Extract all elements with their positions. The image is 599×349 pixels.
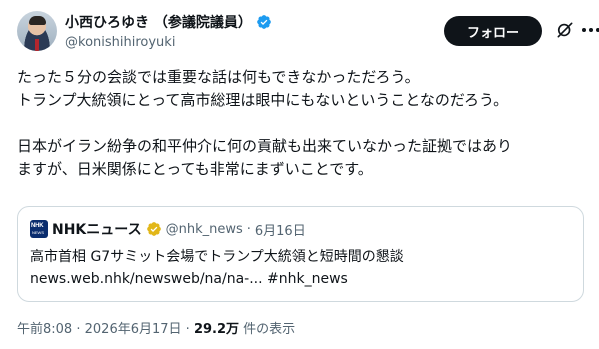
- author-display-name[interactable]: 小西ひろゆき （参議院議員）: [65, 12, 252, 32]
- post-text-line: たった５分の会談では重要な話は何もできなかっただろう。: [17, 68, 420, 86]
- quoted-post-card[interactable]: NHK NEWS NHKニュース @nhk_news · 6月16日 高市首相 …: [17, 206, 584, 302]
- more-options-button[interactable]: [582, 28, 599, 34]
- post-text-line: トランプ大統領にとって高市総理は眼中にもないということなのだろう。: [17, 91, 509, 109]
- post-time[interactable]: 午前8:08: [17, 322, 72, 337]
- nhk-logo-subtext: NEWS: [32, 230, 44, 235]
- meta-separator: ·: [76, 322, 81, 337]
- author-name-row: 小西ひろゆき （参議院議員）: [65, 12, 272, 32]
- more-horizontal-icon: [589, 28, 593, 32]
- nhk-logo: NHK NEWS: [30, 220, 48, 238]
- view-count: 29.2万: [193, 322, 240, 337]
- view-count-label: 件の表示: [243, 322, 296, 337]
- follow-button[interactable]: フォロー: [444, 16, 542, 46]
- post-metadata: 午前8:08 · 2026年6月17日 · 29.2万 件の表示: [17, 318, 295, 337]
- post-date[interactable]: 2026年6月17日: [85, 322, 182, 337]
- quoted-source-name: NHKニュース: [52, 222, 142, 238]
- quoted-separator: ·: [246, 221, 251, 237]
- quoted-title: 高市首相 G7サミット会場でトランプ大統領と短時間の懇談: [30, 249, 404, 265]
- gold-check-icon: [146, 222, 161, 236]
- post-text-line: ますが、日米関係にとっても非常にまずいことです。: [17, 160, 373, 178]
- quoted-date: 6月16日: [254, 223, 306, 239]
- more-horizontal-icon: [582, 28, 586, 32]
- quoted-link[interactable]: news.web.nhk/newsweb/na/na-... #nhk_news: [30, 268, 404, 290]
- avatar-tie: [35, 39, 39, 51]
- avatar[interactable]: [17, 11, 57, 51]
- quoted-post-text: 高市首相 G7サミット会場でトランプ大統領と短時間の懇談 news.web.nh…: [30, 246, 404, 290]
- post-text-spacer: [17, 112, 587, 135]
- avatar-hair: [29, 16, 46, 25]
- author-handle[interactable]: @konishihiroyuki: [65, 35, 175, 50]
- grok-icon[interactable]: [555, 20, 575, 40]
- post-text: たった５分の会談では重要な話は何もできなかっただろう。 トランプ大統領にとって高…: [17, 66, 587, 181]
- quoted-handle: @nhk_news: [165, 221, 243, 237]
- post-header: 小西ひろゆき （参議院議員） @konishihiroyuki フォロー: [17, 9, 599, 57]
- nhk-logo-text: NHK: [31, 223, 44, 229]
- post-text-line: 日本がイラン紛争の和平仲介に何の貢献も出来ていなかった証拠ではあり: [17, 137, 513, 155]
- verified-badge-icon: [257, 15, 271, 29]
- quoted-post-header: NHK NEWS NHKニュース @nhk_news · 6月16日: [30, 219, 306, 239]
- meta-separator: ·: [185, 322, 190, 337]
